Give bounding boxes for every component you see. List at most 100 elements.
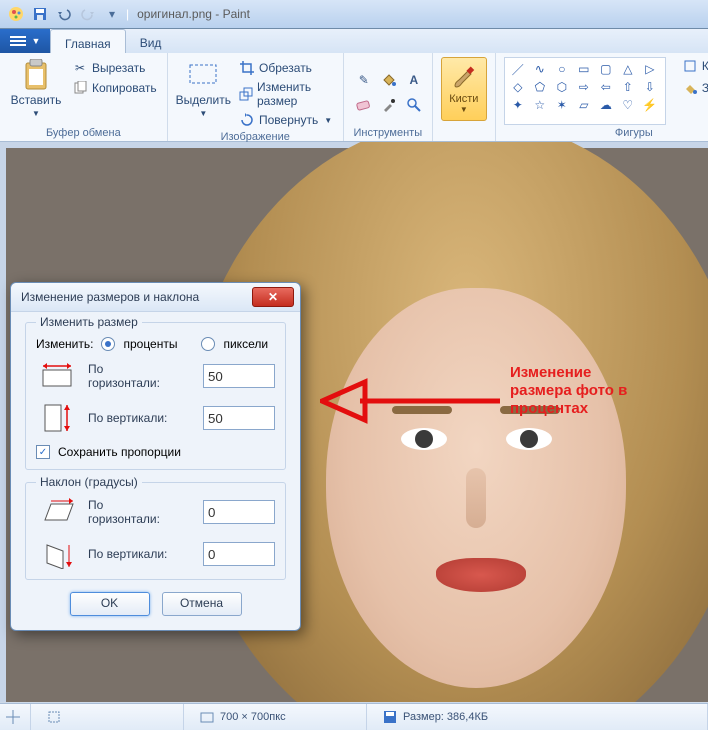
outline-button[interactable]: Контур▼ <box>680 57 708 75</box>
canvas-size-icon <box>200 710 214 724</box>
group-brushes: Кисти ▼ <box>433 53 496 141</box>
chevron-down-icon: ▼ <box>460 105 468 114</box>
menu-bar: ▼ Главная Вид <box>0 29 708 53</box>
clipboard-icon <box>20 59 52 91</box>
chevron-down-icon: ▼ <box>324 116 332 125</box>
shape-pentagon-icon[interactable]: ⬠ <box>531 80 549 94</box>
skew-vertical-icon <box>36 539 78 569</box>
fill-label: Заливка <box>702 81 708 95</box>
chevron-down-icon: ▼ <box>199 109 207 118</box>
crop-button[interactable]: Обрезать <box>237 59 335 77</box>
skew-vertical-input[interactable] <box>203 542 275 566</box>
group-brush-spacer <box>441 125 487 141</box>
shape-darrow-icon[interactable]: ⇩ <box>641 80 659 94</box>
cancel-label: Отмена <box>180 596 223 610</box>
picker-tool[interactable] <box>377 93 401 117</box>
shape-polygon-icon[interactable]: △ <box>619 62 637 76</box>
outline-icon <box>682 58 698 74</box>
copy-button[interactable]: Копировать <box>70 79 159 97</box>
title-bar: ▾ | оригинал.png - Paint <box>0 0 708 29</box>
vertical-input[interactable] <box>203 406 275 430</box>
shape-curve-icon[interactable]: ∿ <box>531 62 549 76</box>
shape-5star-icon[interactable]: ☆ <box>531 98 549 112</box>
skew-horizontal-icon <box>36 497 78 527</box>
undo-icon[interactable] <box>56 6 72 22</box>
group-image: Выделить ▼ Обрезать Изменить размер Пове… <box>168 53 344 141</box>
close-button[interactable]: ✕ <box>252 287 294 307</box>
window-title: оригинал.png - Paint <box>137 7 250 21</box>
group-clipboard: Вставить ▼ ✂Вырезать Копировать Буфер об… <box>0 53 168 141</box>
cut-button[interactable]: ✂Вырезать <box>70 59 159 77</box>
shape-bolt-icon[interactable]: ⚡ <box>641 98 659 112</box>
ribbon: Вставить ▼ ✂Вырезать Копировать Буфер об… <box>0 53 708 142</box>
fill-icon <box>682 80 698 96</box>
keep-ratio-checkbox[interactable]: ✓ <box>36 445 50 459</box>
skew-vertical-label: По вертикали: <box>88 547 193 561</box>
brushes-button[interactable]: Кисти ▼ <box>441 57 487 121</box>
horizontal-input[interactable] <box>203 364 275 388</box>
shape-6star-icon[interactable]: ✶ <box>553 98 571 112</box>
vertical-resize-icon <box>36 403 78 433</box>
select-button[interactable]: Выделить ▼ <box>176 57 231 118</box>
crop-icon <box>239 60 255 76</box>
paste-button[interactable]: Вставить ▼ <box>8 57 64 118</box>
shape-uarrow-icon[interactable]: ⇧ <box>619 80 637 94</box>
photo-eye <box>506 428 552 450</box>
zoom-tool[interactable] <box>402 93 426 117</box>
ok-button[interactable]: OK <box>70 592 150 616</box>
shape-larrow-icon[interactable]: ⇦ <box>597 80 615 94</box>
save-icon[interactable] <box>32 6 48 22</box>
skew-fieldset: Наклон (градусы) По горизонтали: По верт… <box>25 482 286 580</box>
shape-hexagon-icon[interactable]: ⬡ <box>553 80 571 94</box>
rotate-label: Повернуть <box>259 113 318 127</box>
radio-pixels[interactable] <box>201 337 215 351</box>
pencil-tool[interactable]: ✎ <box>352 68 376 92</box>
copy-icon <box>72 80 88 96</box>
tab-home[interactable]: Главная <box>50 29 126 53</box>
vertical-label: По вертикали: <box>88 411 193 425</box>
shape-roundrect-icon[interactable]: ▢ <box>597 62 615 76</box>
shape-cloud-icon[interactable]: ☁ <box>597 98 615 112</box>
text-tool[interactable]: A <box>402 68 426 92</box>
shape-oval-icon[interactable]: ○ <box>553 62 571 76</box>
status-size: Размер: 386,4КБ <box>403 711 488 723</box>
shape-line-icon[interactable]: ／ <box>509 62 527 76</box>
group-clipboard-label: Буфер обмена <box>8 125 159 141</box>
tab-view-label: Вид <box>140 36 162 50</box>
cursor-pos-icon <box>6 710 20 724</box>
shape-callout-icon[interactable]: ▱ <box>575 98 593 112</box>
skew-horizontal-input[interactable] <box>203 500 275 524</box>
rotate-button[interactable]: Повернуть ▼ <box>237 111 335 129</box>
resize-dialog: Изменение размеров и наклона ✕ Изменить … <box>10 282 301 631</box>
file-button[interactable]: ▼ <box>0 29 50 53</box>
shape-heart-icon[interactable]: ♡ <box>619 98 637 112</box>
radio-percent[interactable] <box>101 337 115 351</box>
resize-legend: Изменить размер <box>36 315 142 329</box>
radio-percent-label: проценты <box>123 337 177 351</box>
shape-triangle-icon[interactable]: ▷ <box>641 62 659 76</box>
annotation-arrow-icon <box>320 376 510 426</box>
shape-rarrow-icon[interactable]: ⇨ <box>575 80 593 94</box>
tab-home-label: Главная <box>65 37 111 51</box>
cancel-button[interactable]: Отмена <box>162 592 242 616</box>
fill-button[interactable]: Заливка▼ <box>680 79 708 97</box>
shape-rect-icon[interactable]: ▭ <box>575 62 593 76</box>
redo-icon[interactable] <box>80 6 96 22</box>
eraser-tool[interactable] <box>352 93 376 117</box>
resize-fieldset: Изменить размер Изменить: проценты пиксе… <box>25 322 286 470</box>
canvas-area: Изменение размера фото в процентах Измен… <box>0 142 708 702</box>
resize-button[interactable]: Изменить размер <box>237 79 335 109</box>
tab-view[interactable]: Вид <box>126 29 176 53</box>
shapes-gallery[interactable]: ／ ∿ ○ ▭ ▢ △ ▷ ◇ ⬠ ⬡ ⇨ ⇦ ⇧ ⇩ ✦ ☆ ✶ ▱ ☁ ♡ <box>504 57 666 125</box>
rotate-icon <box>239 112 255 128</box>
skew-legend: Наклон (градусы) <box>36 475 142 489</box>
select-label: Выделить <box>176 93 231 107</box>
dialog-titlebar[interactable]: Изменение размеров и наклона ✕ <box>11 283 300 312</box>
cut-label: Вырезать <box>92 61 145 75</box>
resize-by-label: Изменить: <box>36 337 93 351</box>
crop-label: Обрезать <box>259 61 312 75</box>
dropdown-icon[interactable]: ▾ <box>104 6 120 22</box>
shape-4star-icon[interactable]: ✦ <box>509 98 527 112</box>
shape-diamond-icon[interactable]: ◇ <box>509 80 527 94</box>
bucket-tool[interactable] <box>377 68 401 92</box>
